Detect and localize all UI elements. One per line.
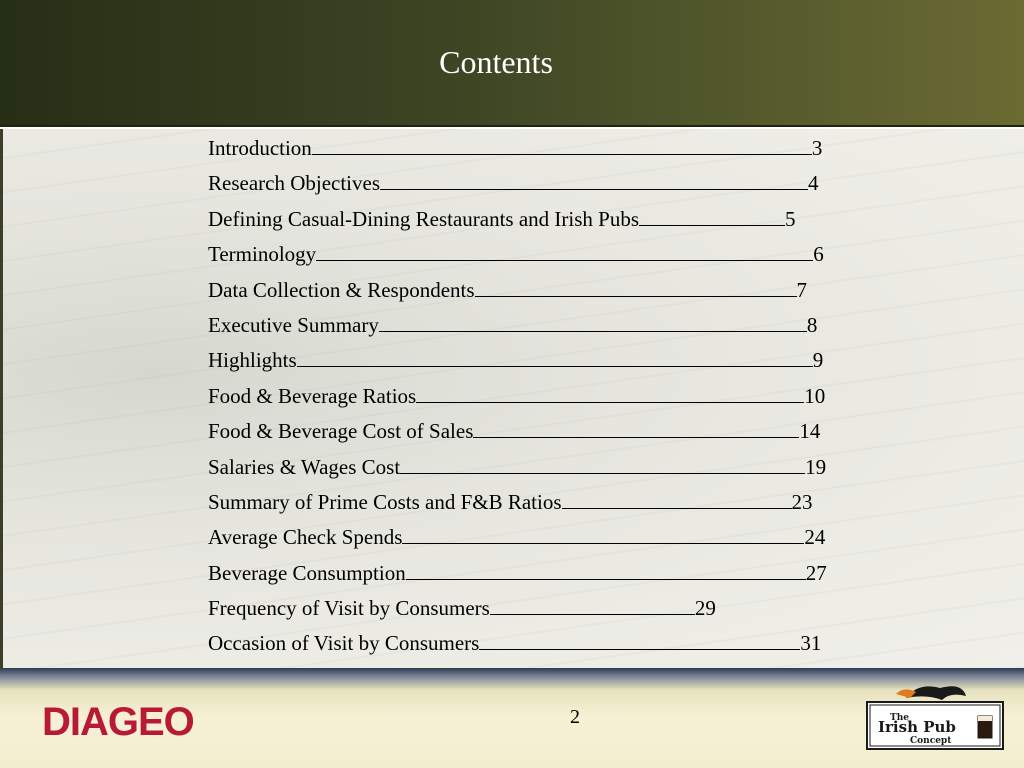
toc-leader-line xyxy=(296,348,813,368)
toc-entry-page: 7 xyxy=(796,277,808,302)
toc-entry-label: Research Objectives xyxy=(208,171,381,196)
toc-leader-line xyxy=(402,525,805,545)
toc-leader-line xyxy=(473,419,800,439)
toc-entry: Defining Casual-Dining Restaurants and I… xyxy=(208,207,928,242)
toc-entry: Food & Beverage Ratios 10 xyxy=(208,384,928,419)
toc-entry-label: Summary of Prime Costs and F&B Ratios xyxy=(208,489,562,514)
toc-entry-page: 10 xyxy=(804,383,826,408)
toc-entry: Data Collection & Respondents 7 xyxy=(208,278,928,313)
toc-entry: Food & Beverage Cost of Sales 14 xyxy=(208,419,928,454)
toc-leader-line xyxy=(474,278,797,297)
toc-entry-page: 31 xyxy=(800,631,822,656)
slide-title: Contents xyxy=(439,44,553,80)
toc-entry-label: Average Check Spends xyxy=(208,525,403,550)
toc-entry-page: 9 xyxy=(812,348,824,373)
toc-entry-label: Frequency of Visit by Consumers xyxy=(208,596,490,621)
toc-leader-line xyxy=(405,561,806,580)
toc-entry-label: Salaries & Wages Cost xyxy=(208,454,401,479)
toc-leader-line xyxy=(380,171,809,191)
badge-line-2: Irish Pub xyxy=(878,718,956,736)
toc-leader-line xyxy=(416,384,805,403)
toc-entry-label: Executive Summary xyxy=(208,312,379,337)
toc-entry: Executive Summary 8 xyxy=(208,313,928,348)
toc-entry: Terminology 6 xyxy=(208,242,928,277)
toc-entry-page: 29 xyxy=(694,596,716,621)
toc-entry-label: Data Collection & Respondents xyxy=(208,277,475,302)
toc-entry-page: 24 xyxy=(804,525,826,550)
toc-entry-label: Defining Casual-Dining Restaurants and I… xyxy=(208,206,640,231)
toc-entry: Frequency of Visit by Consumers 29 xyxy=(208,596,928,631)
toc-leader-line xyxy=(479,631,801,651)
toc-leader-line xyxy=(489,596,695,616)
toc-leader-line xyxy=(378,313,807,332)
toc-entry-page: 23 xyxy=(791,489,813,514)
toc-entry-label: Introduction xyxy=(208,136,312,160)
toc-entry: Research Objectives 4 xyxy=(208,171,928,206)
toc-entry-label: Highlights xyxy=(208,348,297,373)
toc-entry-page: 27 xyxy=(805,560,827,585)
toc-entry-page: 3 xyxy=(811,136,823,160)
toc-entry-page: 5 xyxy=(785,206,796,231)
toc-entry-label: Food & Beverage Cost of Sales xyxy=(208,419,474,444)
badge-line-3: Concept xyxy=(910,736,952,746)
toc-entry-page: 8 xyxy=(806,312,818,337)
toc-entry-label: Terminology xyxy=(208,242,317,267)
toc-entry: Salaries & Wages Cost 19 xyxy=(208,455,928,490)
table-of-contents: Introduction 3 Research Objectives 4 Definin… xyxy=(208,136,928,667)
toc-leader-line xyxy=(316,242,814,262)
toc-entry: Beverage Consumption 27 xyxy=(208,561,928,596)
toc-entry-label: Beverage Consumption xyxy=(208,560,406,585)
toucan-icon xyxy=(906,686,966,700)
toc-entry-page: 6 xyxy=(813,242,824,267)
toc-entry-page: 4 xyxy=(808,171,819,196)
toc-entry-label: Food & Beverage Ratios xyxy=(208,383,417,408)
toc-leader-line xyxy=(639,207,786,226)
toc-entry: Introduction 3 xyxy=(208,136,928,171)
toc-entry: Summary of Prime Costs and F&B Ratios 23 xyxy=(208,490,928,525)
toc-entry-label: Occasion of Visit by Consumers xyxy=(208,631,480,656)
toc-entry-page: 19 xyxy=(805,454,827,479)
toc-entry: Occasion of Visit by Consumers 31 xyxy=(208,631,928,666)
toc-entry-page: 14 xyxy=(799,419,821,444)
irish-pub-concept-logo: The Irish Pub Concept xyxy=(866,686,1004,750)
slide: Contents Introduction 3 Research Objective… xyxy=(0,0,1024,768)
toc-leader-line xyxy=(561,490,792,509)
toc-leader-line xyxy=(311,136,812,155)
toc-entry: Average Check Spends 24 xyxy=(208,525,928,560)
toc-leader-line xyxy=(400,455,806,474)
toc-entry: Highlights 9 xyxy=(208,348,928,383)
